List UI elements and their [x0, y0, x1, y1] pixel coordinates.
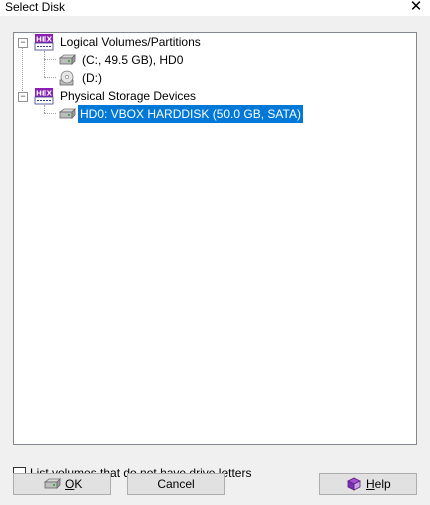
tree-item-d-drive[interactable]: (D:)	[14, 69, 414, 87]
tree-item-hd0[interactable]: HD0: VBOX HARDDISK (50.0 GB, SATA)	[14, 105, 414, 123]
close-icon[interactable]: ✕	[408, 0, 424, 15]
tree-group-label: Logical Volumes/Partitions	[60, 35, 201, 49]
help-button-label: Help	[366, 474, 391, 494]
help-button[interactable]: Help	[319, 473, 417, 495]
window-title: Select Disk	[5, 0, 66, 14]
tree-item-label: (C:, 49.5 GB), HD0	[82, 53, 184, 67]
tree-group-logical-volumes[interactable]: − HEX Logical Volumes/Partitions	[14, 33, 414, 51]
cancel-button-label: Cancel	[157, 477, 195, 491]
tree-item-label-selected: HD0: VBOX HARDDISK (50.0 GB, SATA)	[78, 105, 303, 123]
title-bar: Select Disk ✕	[0, 0, 430, 15]
hard-drive-icon	[43, 478, 61, 489]
tree-group-physical-devices[interactable]: − HEX Physical Storage Devices	[14, 87, 414, 105]
hard-drive-icon	[58, 54, 76, 65]
disk-tree[interactable]: − HEX Logical Volumes/Partitions (C:, 49…	[13, 32, 417, 445]
tree-group-label: Physical Storage Devices	[60, 89, 197, 103]
ok-mnemonic: O	[65, 477, 75, 491]
ok-button-label: OK	[65, 474, 82, 494]
tree-item-label: (D:)	[82, 71, 102, 85]
ok-rest: K	[74, 477, 83, 491]
hex-editor-icon: HEX	[34, 34, 54, 51]
help-book-icon	[347, 477, 361, 491]
dialog-body: − HEX Logical Volumes/Partitions (C:, 49…	[0, 16, 430, 505]
collapse-icon[interactable]: −	[18, 38, 28, 48]
help-mnemonic: H	[366, 477, 375, 491]
cancel-button[interactable]: Cancel	[127, 473, 225, 495]
ok-button[interactable]: OK	[13, 473, 111, 495]
collapse-icon[interactable]: −	[18, 92, 28, 102]
help-rest: elp	[374, 477, 391, 491]
tree-item-c-drive[interactable]: (C:, 49.5 GB), HD0	[14, 51, 414, 69]
svg-text:HEX: HEX	[36, 90, 53, 98]
hex-editor-icon: HEX	[34, 88, 54, 105]
cd-drive-icon	[59, 70, 74, 86]
hard-drive-icon	[58, 108, 76, 119]
svg-text:HEX: HEX	[36, 36, 53, 44]
